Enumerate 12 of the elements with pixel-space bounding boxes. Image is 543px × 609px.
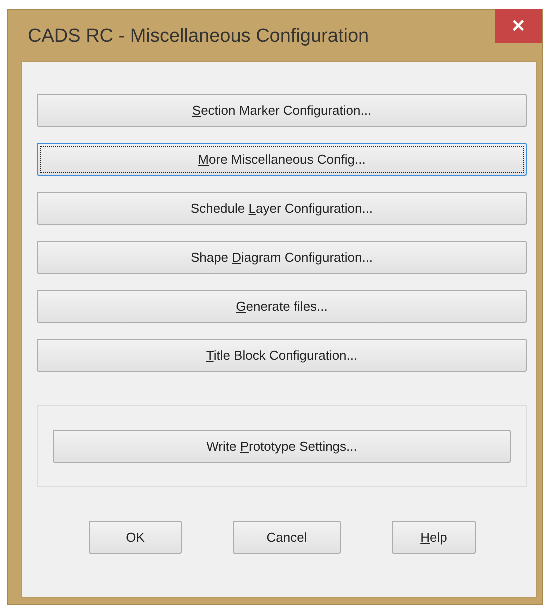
config-button[interactable]: More Miscellaneous Config... <box>37 143 527 176</box>
dialog-button[interactable]: Help <box>392 521 476 554</box>
dialog-button[interactable]: Cancel <box>233 521 341 554</box>
close-button[interactable]: × <box>495 9 542 43</box>
config-button[interactable]: Title Block Configuration... <box>37 339 527 372</box>
dialog-button[interactable]: OK <box>89 521 182 554</box>
config-button[interactable]: Section Marker Configuration... <box>37 94 527 127</box>
config-button[interactable]: Schedule Layer Configuration... <box>37 192 527 225</box>
config-button[interactable]: Shape Diagram Configuration... <box>37 241 527 274</box>
config-button[interactable]: Generate files... <box>37 290 527 323</box>
write-prototype-button[interactable]: Write Prototype Settings... <box>53 430 511 462</box>
window-title: CADS RC - Miscellaneous Configuration <box>28 26 370 48</box>
